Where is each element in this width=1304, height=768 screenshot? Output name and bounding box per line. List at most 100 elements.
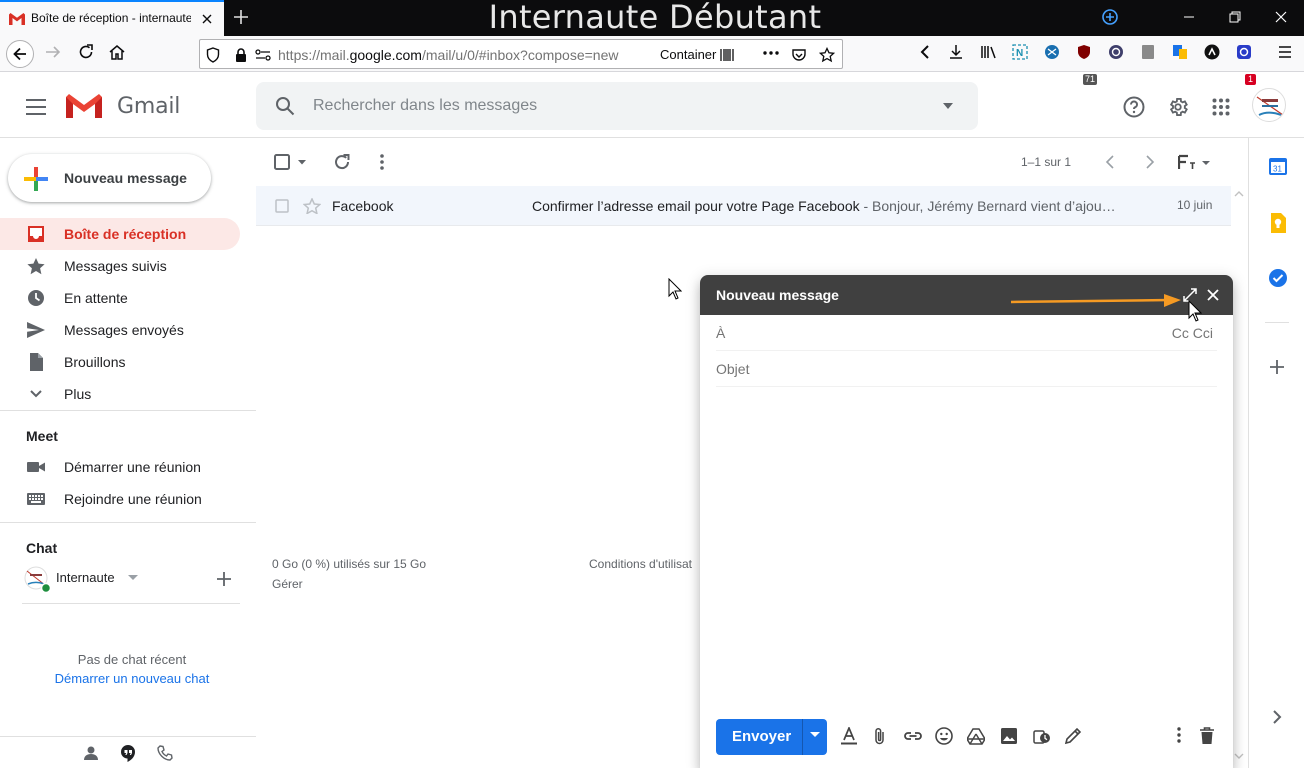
browser-tab[interactable]: Boîte de réception - internaute.debutant…: [0, 0, 224, 36]
insert-photo-icon[interactable]: [1000, 727, 1018, 745]
status-dropdown-icon[interactable]: [128, 575, 138, 581]
message-body[interactable]: [716, 390, 1217, 710]
schedule-send-dropdown-icon[interactable]: [810, 732, 820, 738]
tasks-icon[interactable]: [1268, 268, 1288, 288]
link-icon[interactable]: [903, 727, 923, 745]
restore-icon[interactable]: [1227, 9, 1243, 25]
search-input[interactable]: Rechercher dans les messages: [313, 97, 537, 115]
more-icon[interactable]: [762, 50, 780, 56]
inbox-icon: [26, 225, 46, 243]
download-icon[interactable]: [948, 44, 964, 60]
expand-panel-icon[interactable]: [1272, 710, 1282, 724]
home-icon[interactable]: [108, 43, 126, 61]
close-window-icon[interactable]: [1273, 9, 1289, 25]
to-field[interactable]: À Cc Cci: [716, 315, 1217, 351]
container-add-icon[interactable]: [1101, 8, 1119, 26]
more-vert-icon[interactable]: [380, 154, 384, 170]
calendar-icon[interactable]: 31: [1268, 156, 1288, 176]
gmail-logo-icon[interactable]: [64, 91, 104, 121]
search-icon[interactable]: [275, 96, 295, 116]
terms-link[interactable]: Conditions d'utilisat: [589, 557, 692, 571]
keep-icon[interactable]: [1269, 212, 1287, 234]
prev-page-icon[interactable]: [1105, 155, 1115, 169]
ublock-icon[interactable]: [1076, 44, 1092, 60]
menu-icon[interactable]: [1277, 44, 1293, 60]
search-options-icon[interactable]: [942, 102, 954, 110]
chevron-left-icon[interactable]: [917, 44, 933, 60]
new-chat-plus-icon[interactable]: [216, 571, 232, 587]
pagination-text[interactable]: 1–1 sur 1: [1021, 155, 1071, 169]
refresh-icon[interactable]: [333, 153, 351, 171]
globe-extension-icon[interactable]: [1044, 44, 1060, 60]
back-button[interactable]: [5, 39, 35, 69]
privacy-extension-icon[interactable]: [1108, 44, 1124, 60]
gmail-logo-text[interactable]: Gmail: [117, 94, 180, 119]
bookmark-star-icon[interactable]: [819, 47, 835, 63]
send-button[interactable]: Envoyer: [716, 719, 827, 755]
search-bar[interactable]: Rechercher dans les messages: [256, 82, 978, 130]
new-tab-icon[interactable]: [232, 8, 250, 26]
gray-extension-icon[interactable]: [1140, 44, 1156, 60]
sidebar-item-sent[interactable]: Messages envoyés: [0, 314, 240, 346]
star-icon[interactable]: [303, 198, 321, 214]
url-bar[interactable]: https://mail.google.com/mail/u/0/#inbox?…: [199, 39, 843, 69]
subject-field[interactable]: Objet: [716, 351, 1217, 387]
sidebar-item-starred[interactable]: Messages suivis: [0, 250, 240, 282]
minimize-icon[interactable]: [1181, 9, 1197, 25]
discard-trash-icon[interactable]: [1199, 727, 1215, 745]
cc-bcc-link[interactable]: Cc Cci: [1172, 325, 1213, 341]
table-row[interactable]: Facebook Confirmer l’adresse email pour …: [256, 186, 1231, 226]
lock-icon[interactable]: [234, 47, 248, 63]
more-options-icon[interactable]: [1177, 727, 1181, 743]
hangouts-chat-icon[interactable]: [119, 744, 137, 762]
sidebar-item-more[interactable]: Plus: [0, 378, 240, 410]
settings-gear-icon[interactable]: [1167, 96, 1189, 118]
newsguard-extension-icon[interactable]: N: [1012, 44, 1028, 60]
drive-icon[interactable]: [967, 727, 985, 745]
input-tools-icon[interactable]: [1178, 154, 1212, 170]
compose-button[interactable]: Nouveau message: [8, 154, 211, 202]
library-icon[interactable]: [980, 44, 998, 60]
close-icon[interactable]: [1206, 288, 1220, 302]
attach-icon[interactable]: [873, 727, 887, 745]
notification-extension-icon[interactable]: [1236, 44, 1252, 60]
main-menu-icon[interactable]: [25, 98, 47, 116]
sidebar-item-start-meeting[interactable]: Démarrer une réunion: [0, 451, 240, 483]
sidebar-item-label: Brouillons: [64, 354, 126, 370]
chat-user-name[interactable]: Internaute: [56, 570, 115, 585]
reload-icon[interactable]: [77, 43, 95, 61]
sidebar-item-inbox[interactable]: Boîte de réception: [0, 218, 240, 250]
tab-close-icon[interactable]: [199, 11, 215, 27]
phone-icon[interactable]: [157, 745, 173, 761]
start-new-chat-link[interactable]: Démarrer un nouveau chat: [0, 671, 264, 686]
select-dropdown-icon[interactable]: [298, 160, 306, 165]
subject-input[interactable]: Objet: [716, 361, 749, 377]
sidebar-item-drafts[interactable]: Brouillons: [0, 346, 240, 378]
sidebar-item-join-meeting[interactable]: Rejoindre une réunion: [0, 483, 240, 515]
manage-storage-link[interactable]: Gérer: [272, 577, 303, 591]
apps-grid-icon[interactable]: [1212, 98, 1230, 116]
compose-window[interactable]: Nouveau message À Cc Cci Objet Envoyer: [700, 275, 1233, 768]
next-page-icon[interactable]: [1145, 155, 1155, 169]
sidebar-item-snoozed[interactable]: En attente: [0, 282, 240, 314]
get-addons-plus-icon[interactable]: [1270, 360, 1284, 374]
formatting-icon[interactable]: [840, 727, 858, 745]
compose-title: Nouveau message: [716, 287, 839, 303]
permissions-icon[interactable]: [254, 47, 272, 63]
contacts-person-icon[interactable]: [83, 745, 99, 761]
account-avatar[interactable]: [1252, 88, 1286, 122]
select-all-checkbox[interactable]: [274, 154, 290, 170]
help-icon[interactable]: [1123, 96, 1145, 118]
shield-icon[interactable]: [206, 47, 220, 63]
confidential-mode-icon[interactable]: [1032, 727, 1052, 745]
row-checkbox[interactable]: [275, 199, 289, 213]
container-label[interactable]: Container: [660, 47, 734, 62]
scrollbar[interactable]: [1232, 186, 1246, 768]
emoji-icon[interactable]: [935, 727, 953, 745]
signature-pen-icon[interactable]: [1064, 727, 1082, 745]
pocket-icon[interactable]: [791, 47, 807, 63]
translate-extension-icon[interactable]: [1172, 44, 1188, 60]
chat-avatar[interactable]: [24, 566, 50, 592]
forward-button[interactable]: [44, 43, 62, 61]
circle-extension-icon[interactable]: [1204, 44, 1220, 60]
